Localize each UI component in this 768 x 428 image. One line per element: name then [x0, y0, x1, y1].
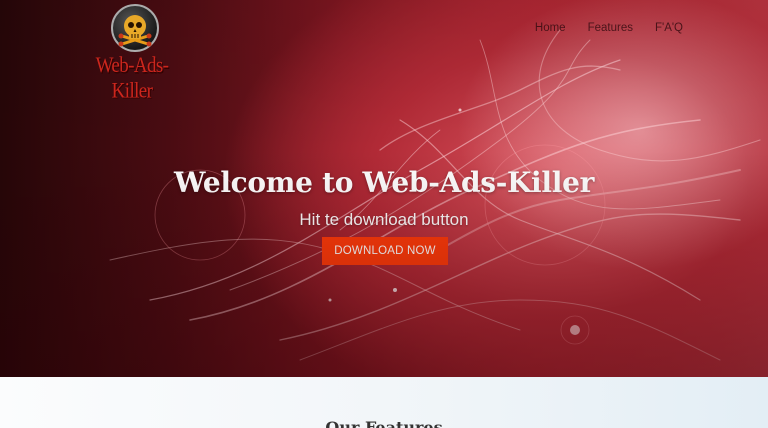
hero-subheadline: Hit te download button: [299, 210, 469, 229]
nav-item-faq[interactable]: F'A'Q: [655, 22, 683, 34]
hero-headline: Welcome to Web-Ads-Killer: [173, 166, 595, 199]
logo-wordmark: Web-Ads-Killer: [95, 53, 169, 104]
site-logo[interactable]: Web-Ads-Killer: [84, 4, 180, 103]
skull-crossbones-icon: [111, 4, 159, 52]
download-now-button[interactable]: DOWNLOAD NOW: [322, 237, 448, 265]
nav-item-home[interactable]: Home: [535, 22, 566, 34]
hero-banner: Web-Ads-Killer Home Features F'A'Q Welco…: [0, 0, 768, 377]
main-nav: Home Features F'A'Q: [535, 22, 683, 34]
nav-item-features[interactable]: Features: [588, 22, 633, 34]
features-title: Our Features: [325, 418, 443, 428]
features-section: Our Features: [0, 377, 768, 428]
